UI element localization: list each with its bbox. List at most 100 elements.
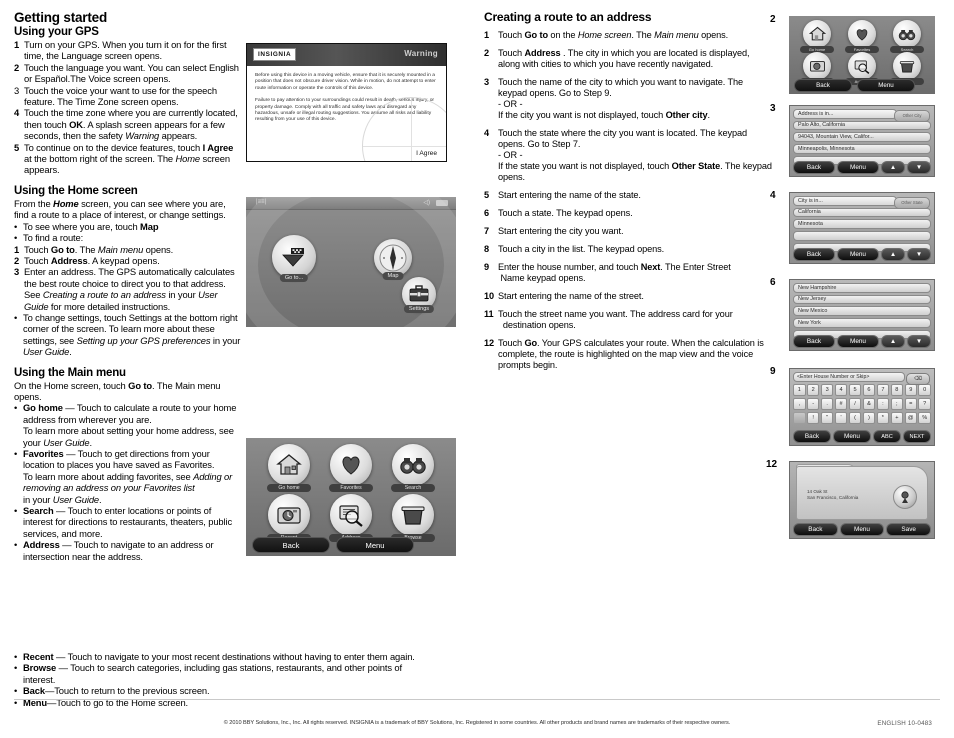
list-item[interactable]	[793, 231, 931, 241]
key[interactable]: .	[820, 398, 834, 410]
favorites-button[interactable]	[330, 444, 372, 486]
scroll-up-button[interactable]: ▲	[881, 161, 905, 174]
next-button[interactable]: NEXT	[903, 430, 931, 443]
key[interactable]: "	[820, 412, 834, 424]
back-button[interactable]: Back	[794, 79, 852, 92]
key[interactable]: )	[862, 412, 876, 424]
key[interactable]: *	[876, 412, 890, 424]
list-item: 12 Touch Go. Your GPS calculates your rou…	[484, 338, 764, 370]
menu-button[interactable]: Menu	[857, 79, 915, 92]
key[interactable]: ,	[793, 398, 806, 410]
settings-button[interactable]: Settings	[402, 277, 436, 313]
menu-button[interactable]: Menu	[336, 537, 414, 553]
key[interactable]: 1	[793, 384, 806, 396]
panel-3-address-is-in: Address is in... Other City Palo Alto, C…	[789, 105, 935, 177]
key[interactable]: 5	[848, 384, 862, 396]
list-item[interactable]: 94043, Mountain View, Califor...	[793, 132, 931, 142]
key[interactable]: -	[806, 398, 820, 410]
city-is-in-field[interactable]: City is in...	[793, 196, 897, 206]
list-item[interactable]: New Mexico	[793, 306, 931, 316]
key[interactable]: =	[904, 398, 918, 410]
list-item[interactable]: New York	[793, 318, 931, 328]
go-home-button[interactable]	[268, 444, 310, 486]
back-button[interactable]: Back	[793, 430, 831, 443]
favorites-button[interactable]	[848, 20, 876, 48]
list-item: • Browse — Touch to search categories, in…	[14, 662, 402, 685]
scroll-down-button[interactable]: ▼	[907, 248, 931, 261]
menu-button[interactable]: Menu	[837, 161, 879, 174]
go-pin-icon[interactable]	[893, 485, 917, 509]
list-item[interactable]: New Jersey	[793, 294, 931, 305]
key[interactable]: ?	[918, 398, 931, 410]
back-button[interactable]: Back	[793, 248, 835, 261]
scroll-up-button[interactable]: ▲	[881, 335, 905, 348]
key[interactable]: 9	[904, 384, 918, 396]
magnifier-card-icon	[339, 505, 363, 527]
map-button[interactable]: Map	[374, 239, 412, 280]
key[interactable]: #	[834, 398, 848, 410]
list-item: 2 Touch the language you want. You can se…	[14, 61, 239, 85]
scroll-down-button[interactable]: ▼	[907, 335, 931, 348]
key[interactable]	[793, 412, 806, 424]
list-item: 3 Touch the name of the city to which you…	[484, 77, 744, 120]
list-item[interactable]: Minnesota	[793, 219, 931, 229]
key[interactable]: /	[848, 398, 862, 410]
key[interactable]: '	[834, 412, 848, 424]
other-city-button[interactable]: Other City	[894, 110, 930, 122]
go-home-button[interactable]	[803, 20, 831, 48]
key[interactable]: 6	[862, 384, 876, 396]
scroll-up-button[interactable]: ▲	[881, 248, 905, 261]
go-to-button[interactable]: Go to...	[272, 235, 316, 282]
key[interactable]: (	[848, 412, 862, 424]
binoculars-icon	[400, 458, 426, 474]
menu-button[interactable]: Menu	[837, 335, 879, 348]
key[interactable]: ;	[890, 398, 904, 410]
browse-button[interactable]	[893, 52, 921, 80]
abc-button[interactable]: ABC	[873, 430, 901, 443]
heart-icon	[342, 456, 360, 475]
back-button[interactable]: Back	[793, 335, 835, 348]
back-button[interactable]: Back	[793, 161, 835, 174]
browse-button[interactable]	[392, 494, 434, 536]
key[interactable]: 2	[806, 384, 820, 396]
menu-button[interactable]: Menu	[833, 430, 871, 443]
key[interactable]: 4	[834, 384, 848, 396]
key[interactable]: !	[806, 412, 820, 424]
list-item[interactable]: Palo Alto, California	[793, 120, 931, 131]
scroll-down-button[interactable]: ▼	[907, 161, 931, 174]
heart-icon	[856, 28, 868, 40]
key[interactable]: &	[862, 398, 876, 410]
search-button[interactable]	[392, 444, 434, 486]
search-button[interactable]	[893, 20, 921, 48]
back-button[interactable]: Back	[793, 523, 838, 536]
key[interactable]: @	[904, 412, 918, 424]
recent-button[interactable]	[803, 52, 831, 80]
key[interactable]: %	[918, 412, 931, 424]
key[interactable]: 8	[890, 384, 904, 396]
address-is-in-field[interactable]: Address is in...	[793, 109, 897, 119]
menu-button[interactable]: Menu	[837, 248, 879, 261]
save-button[interactable]: Save	[886, 523, 932, 536]
list-item[interactable]: New Hampshire	[793, 283, 931, 293]
back-button[interactable]: Back	[252, 537, 330, 553]
key[interactable]: 3	[820, 384, 834, 396]
numeric-keypad-screen: <Enter House Number or Skip> ⌫ 1 2 3 4 5…	[789, 368, 935, 446]
key[interactable]: +	[890, 412, 904, 424]
house-number-input[interactable]: <Enter House Number or Skip>	[793, 372, 905, 382]
warning-paragraph-1: Before using this device in a moving veh…	[255, 73, 436, 91]
key[interactable]: 0	[918, 384, 931, 396]
recent-button[interactable]	[268, 494, 310, 536]
list-item: 3 Touch the voice your want to use for th…	[14, 84, 217, 108]
menu-button[interactable]: Menu	[839, 523, 885, 536]
other-state-button[interactable]: Other State	[894, 197, 930, 209]
i-agree-button[interactable]: I Agree	[416, 150, 437, 157]
address-button[interactable]	[848, 52, 876, 80]
list-item[interactable]: California	[793, 207, 931, 218]
address-button[interactable]	[330, 494, 372, 536]
list-item: • Go home — Touch to calculate a route to…	[14, 402, 237, 448]
key[interactable]: 7	[876, 384, 890, 396]
key[interactable]: :	[876, 398, 890, 410]
backspace-icon[interactable]: ⌫	[906, 373, 930, 385]
list-item[interactable]: Minneapolis, Minnesota	[793, 144, 931, 154]
compass-icon	[379, 244, 407, 272]
